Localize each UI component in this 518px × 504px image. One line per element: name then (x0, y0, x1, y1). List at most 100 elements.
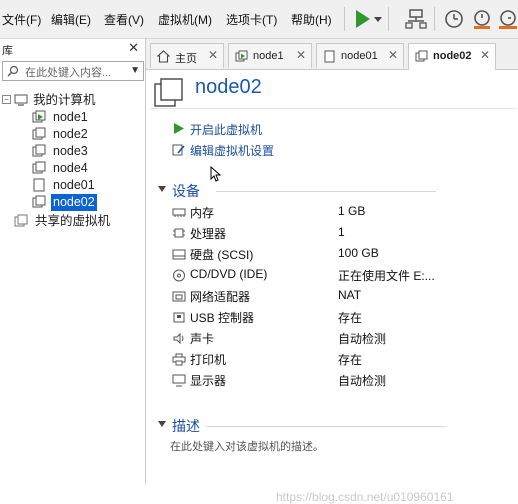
close-icon[interactable]: ✕ (388, 48, 398, 62)
chevron-down-icon[interactable]: ▼ (130, 65, 140, 76)
play-icon (174, 123, 184, 134)
tree-item-node02[interactable]: node02 (32, 194, 142, 211)
menu-view[interactable]: 查看(V) (104, 11, 144, 28)
toolbar-separator (434, 7, 435, 31)
tab-label: node02 (433, 50, 472, 62)
hard-disk-icon (172, 249, 186, 260)
vm-icon (32, 161, 46, 174)
collapse-icon[interactable]: − (2, 95, 11, 104)
device-name: 显示器 (190, 374, 227, 388)
tree-label: node01 (53, 178, 95, 192)
play-icon[interactable] (350, 7, 374, 31)
vm-icon (32, 195, 46, 208)
tree-item-node1[interactable]: node1 (32, 109, 142, 126)
device-name: 内存 (190, 206, 215, 220)
tree-item-node4[interactable]: node4 (32, 160, 142, 177)
library-pane: 库 ✕ 在此处键入内容... ▼ − 我的计算机 node1 node2 nod… (0, 39, 146, 484)
revert-snapshot-icon[interactable] (470, 7, 494, 31)
search-placeholder: 在此处键入内容... (25, 67, 112, 79)
main-area: 主页 ✕ node1 ✕ node01 ✕ node02 ✕ node02 开启… (146, 39, 518, 504)
device-name: USB 控制器 (190, 311, 255, 325)
device-row[interactable]: 显示器 自动检测 (172, 372, 512, 389)
snapshot-icon[interactable] (442, 7, 466, 31)
tree-item-my-computer[interactable]: − 我的计算机 (0, 92, 140, 109)
divider (216, 191, 436, 192)
device-row[interactable]: 打印机 存在 (172, 351, 512, 368)
toolbar-separator (344, 7, 345, 31)
device-name: 硬盘 (SCSI) (190, 248, 254, 262)
mouse-cursor-icon (210, 166, 222, 182)
snapshot-manager-icon[interactable] (496, 7, 518, 31)
dropdown-arrow-icon[interactable] (372, 7, 384, 31)
tab-node01[interactable]: node01 ✕ (316, 43, 404, 68)
library-header: 库 ✕ (0, 39, 145, 59)
toolbar-separator (388, 7, 389, 31)
device-value: NAT (338, 288, 362, 302)
vm-title: node02 (195, 76, 262, 98)
vm-running-icon (32, 110, 46, 123)
vm-summary-panel: node02 开启此虚拟机 编辑虚拟机设置 设备 内存 1 GB 处理器 1 硬… (146, 70, 518, 504)
tree-label: node02 (51, 194, 97, 211)
device-row[interactable]: 内存 1 GB (172, 204, 512, 221)
vm-icon (33, 178, 45, 192)
tab-node1[interactable]: node1 ✕ (228, 43, 312, 68)
device-row[interactable]: 声卡 自动检测 (172, 330, 512, 347)
tree-label: node1 (53, 110, 88, 124)
close-icon[interactable]: ✕ (480, 48, 490, 62)
close-icon[interactable]: ✕ (208, 48, 218, 62)
watermark: https://blog.csdn.net/u010960161 (276, 490, 454, 504)
vm-running-icon (235, 50, 248, 62)
tree-item-node01[interactable]: node01 (32, 177, 142, 194)
tab-label: node01 (341, 50, 378, 62)
tree-item-node3[interactable]: node3 (32, 143, 142, 160)
tree-label: 我的计算机 (33, 93, 96, 107)
vm-icon (32, 144, 46, 157)
device-row[interactable]: USB 控制器 存在 (172, 309, 512, 326)
tab-label: node1 (253, 50, 284, 62)
device-row[interactable]: 硬盘 (SCSI) 100 GB (172, 246, 512, 263)
device-row[interactable]: 处理器 1 (172, 225, 512, 242)
memory-icon (172, 208, 186, 217)
tree-item-node2[interactable]: node2 (32, 126, 142, 143)
library-search-input[interactable]: 在此处键入内容... ▼ (2, 61, 144, 81)
collapse-arrow-icon[interactable] (158, 421, 166, 427)
tab-node02[interactable]: node02 ✕ (408, 43, 496, 70)
device-value: 存在 (338, 311, 363, 325)
close-icon[interactable]: ✕ (296, 48, 306, 62)
device-value: 1 GB (338, 204, 366, 218)
vm-large-icon (154, 78, 183, 107)
home-icon (157, 50, 170, 63)
device-value: 100 GB (338, 246, 379, 260)
network-icon[interactable] (404, 7, 428, 31)
device-row[interactable]: CD/DVD (IDE) 正在使用文件 E:... (172, 267, 512, 284)
close-icon[interactable]: ✕ (128, 40, 139, 56)
device-row[interactable]: 网络适配器 NAT (172, 288, 512, 305)
action-label: 编辑虚拟机设置 (190, 144, 275, 158)
menu-help[interactable]: 帮助(H) (291, 11, 332, 28)
action-label: 开启此虚拟机 (190, 123, 263, 137)
vm-icon (415, 50, 428, 62)
menu-file[interactable]: 文件(F) (2, 11, 41, 28)
divider (150, 108, 516, 109)
description-placeholder[interactable]: 在此处键入对该虚拟机的描述。 (170, 438, 324, 454)
sound-icon (173, 332, 184, 345)
cpu-icon (173, 228, 185, 238)
menu-tabs[interactable]: 选项卡(T) (226, 11, 277, 28)
search-icon (7, 65, 19, 77)
network-adapter-icon (172, 291, 186, 302)
menu-vm[interactable]: 虚拟机(M) (158, 11, 212, 28)
device-name: CD/DVD (IDE) (190, 267, 268, 281)
vm-icon (324, 50, 335, 63)
library-title: 库 (2, 45, 13, 57)
computer-icon (14, 94, 28, 106)
tab-strip: 主页 ✕ node1 ✕ node01 ✕ node02 ✕ (146, 39, 518, 70)
cd-dvd-icon (173, 269, 185, 282)
tree-item-shared-vms[interactable]: 共享的虚拟机 (14, 213, 142, 230)
menu-edit[interactable]: 编辑(E) (51, 11, 91, 28)
section-title: 设备 (172, 183, 200, 199)
tree-label: 共享的虚拟机 (35, 214, 111, 228)
tab-home[interactable]: 主页 ✕ (150, 43, 224, 68)
collapse-arrow-icon[interactable] (158, 186, 166, 192)
shared-vms-icon (14, 214, 28, 227)
section-title: 描述 (172, 418, 200, 434)
